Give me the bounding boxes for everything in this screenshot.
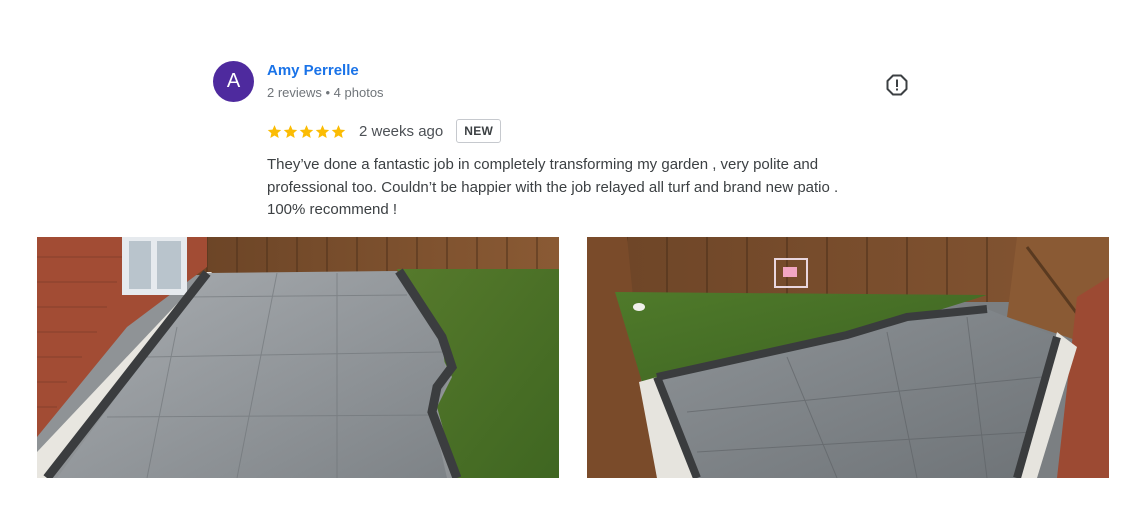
star-icon [299, 124, 314, 138]
patio-lawn-photo [37, 237, 559, 478]
reviewer-avatar[interactable]: A [213, 61, 254, 102]
garden-patio-photo [587, 237, 1109, 478]
review-photo-2[interactable] [587, 237, 1109, 478]
star-rating [267, 124, 346, 139]
star-icon [283, 124, 298, 138]
rating-row: 2 weeks ago NEW [267, 118, 502, 144]
review-time: 2 weeks ago [359, 122, 444, 140]
report-review-button[interactable] [886, 74, 908, 96]
star-icon [315, 124, 330, 138]
review-body: They’ve done a fantastic job in complete… [267, 154, 907, 222]
star-icon [267, 124, 282, 138]
new-badge: NEW [456, 119, 502, 143]
reviewer-meta: 2 reviews • 4 photos [267, 85, 384, 100]
reviewer-name-link[interactable]: Amy Perrelle [267, 62, 359, 79]
review-card: A Amy Perrelle 2 reviews • 4 photos 2 we… [0, 0, 1141, 519]
report-flag-icon [886, 74, 908, 96]
review-photo-1[interactable] [37, 237, 559, 478]
review-text-line: 100% recommend ! [267, 201, 398, 218]
review-text-line: They’ve done a fantastic job in complete… [267, 156, 819, 173]
review-text-line: professional too. Couldn’t be happier wi… [267, 178, 839, 196]
star-icon [331, 124, 346, 138]
